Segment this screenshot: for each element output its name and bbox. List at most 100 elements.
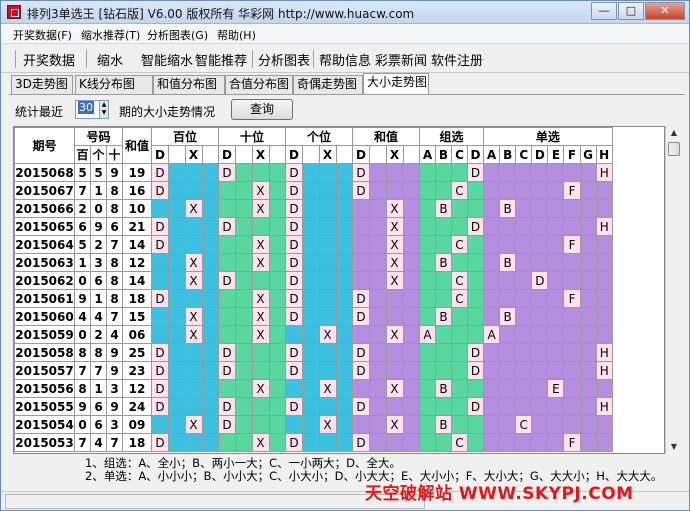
single-cell: [579, 325, 597, 344]
single-cell: F: [563, 235, 581, 254]
single-cell: [499, 343, 517, 362]
tool-charts[interactable]: 分析图表: [258, 50, 310, 69]
group-cell: [419, 199, 436, 218]
tab-sum-dist[interactable]: 和值分布图: [153, 75, 225, 94]
dx-d-cell: [352, 235, 370, 254]
col-sum-group: 和值: [352, 127, 420, 146]
sum-cell: 19: [122, 163, 152, 182]
close-button[interactable]: ✕: [645, 2, 685, 20]
tool-register[interactable]: 软件注册: [431, 50, 483, 69]
menu-help[interactable]: 帮助(H): [217, 27, 256, 43]
number-cell: 6: [74, 217, 91, 236]
single-cell: [531, 235, 549, 254]
single-cell: [482, 415, 501, 434]
dx-d-cell: D: [151, 235, 169, 254]
dx-d-cell: D: [218, 271, 236, 290]
number-cell: 8: [106, 181, 123, 200]
dx-gap-cell: [402, 289, 420, 308]
single-cell: [563, 343, 581, 362]
single-cell: [579, 361, 597, 380]
dx-gap-cell: [335, 253, 353, 272]
single-cell: [563, 271, 581, 290]
dx-x-cell: X: [251, 289, 270, 308]
single-cell: [595, 433, 613, 452]
scroll-up-icon[interactable]: ▲: [666, 126, 682, 140]
number-cell: 8: [106, 253, 123, 272]
dx-d-cell: [218, 307, 236, 326]
single-cell: [531, 415, 549, 434]
number-cell: 8: [74, 379, 91, 398]
single-cell: [563, 379, 581, 398]
dx-x-cell: X: [385, 325, 404, 344]
tool-smart-recommend[interactable]: 智能推荐: [195, 50, 247, 69]
dx-gap-cell: [268, 379, 286, 398]
dx-gap-cell: [235, 163, 253, 182]
dx-gap-cell: [201, 271, 219, 290]
single-cell: [482, 271, 501, 290]
number-cell: 9: [90, 217, 107, 236]
query-button[interactable]: 查询: [231, 99, 293, 120]
dx-gap-cell: [335, 433, 353, 452]
single-cell: [531, 343, 549, 362]
tool-smart-reduce[interactable]: 智能缩水: [141, 50, 193, 69]
dx-gap-cell: [402, 217, 420, 236]
group-cell: B: [435, 199, 452, 218]
col-tens-gap: [268, 145, 286, 164]
spin-arrows-icon[interactable]: ▲ ▼: [99, 101, 108, 118]
group-cell: [451, 325, 468, 344]
group-cell: [467, 181, 484, 200]
dx-gap-cell: [335, 379, 353, 398]
vertical-scrollbar[interactable]: ▲ ▼: [665, 126, 682, 454]
col-single-g: G: [579, 145, 597, 164]
tool-draw-data[interactable]: 开奖数据: [23, 50, 75, 69]
single-cell: [563, 397, 581, 416]
single-cell: [515, 235, 533, 254]
single-cell: [595, 235, 613, 254]
single-cell: [531, 325, 549, 344]
col-sum-gap: [369, 145, 387, 164]
scroll-thumb[interactable]: [668, 142, 680, 156]
dx-d-cell: [218, 379, 236, 398]
col-group-a: A: [419, 145, 436, 164]
menu-charts[interactable]: 分析图表(G): [147, 27, 208, 43]
issue-cell: 2015053: [14, 433, 75, 452]
minimize-button[interactable]: —: [591, 2, 617, 20]
tool-help-info[interactable]: 帮助信息: [319, 50, 371, 69]
group-cell: C: [451, 289, 468, 308]
dx-gap-cell: [201, 343, 219, 362]
tab-kline[interactable]: K线分布图: [75, 75, 153, 94]
dx-gap-cell: [402, 235, 420, 254]
tab-combine-dist[interactable]: 合值分布图: [225, 75, 293, 94]
tab-odd-even[interactable]: 奇偶走势图: [293, 75, 363, 94]
scroll-down-icon[interactable]: ▼: [666, 440, 682, 454]
menu-reduce[interactable]: 缩水推荐(T): [81, 27, 140, 43]
dx-gap-cell: [369, 235, 387, 254]
table-row: 2015057 7 7 9 23 D D D D D H: [14, 361, 613, 380]
number-cell: 4: [106, 325, 123, 344]
sum-cell: 14: [122, 271, 152, 290]
maximize-button[interactable]: □: [618, 2, 644, 20]
dx-d-cell: [218, 181, 236, 200]
toolbar-separator: [313, 50, 314, 68]
group-cell: [435, 433, 452, 452]
tab-big-small[interactable]: 大小走势图: [363, 73, 429, 94]
group-cell: [419, 433, 436, 452]
col-tens-d: D: [218, 145, 236, 164]
group-cell: C: [451, 181, 468, 200]
tool-lottery-news[interactable]: 彩票新闻: [375, 50, 427, 69]
dx-x-cell: X: [318, 379, 337, 398]
menu-draw-data[interactable]: 开奖数据(F): [13, 27, 72, 43]
issue-cell: 2015067: [14, 181, 75, 200]
issue-cell: 2015062: [14, 271, 75, 290]
dx-x-cell: [251, 163, 270, 182]
number-cell: 7: [74, 433, 91, 452]
single-cell: F: [563, 289, 581, 308]
tool-reduce[interactable]: 缩水: [97, 50, 123, 69]
col-group-d: D: [467, 145, 484, 164]
dx-gap-cell: [369, 163, 387, 182]
dx-x-cell: [251, 343, 270, 362]
issue-cell: 2015068: [14, 163, 75, 182]
dx-d-cell: [218, 235, 236, 254]
issue-cell: 2015055: [14, 397, 75, 416]
tab-3d-trend[interactable]: 3D走势图: [11, 75, 73, 94]
